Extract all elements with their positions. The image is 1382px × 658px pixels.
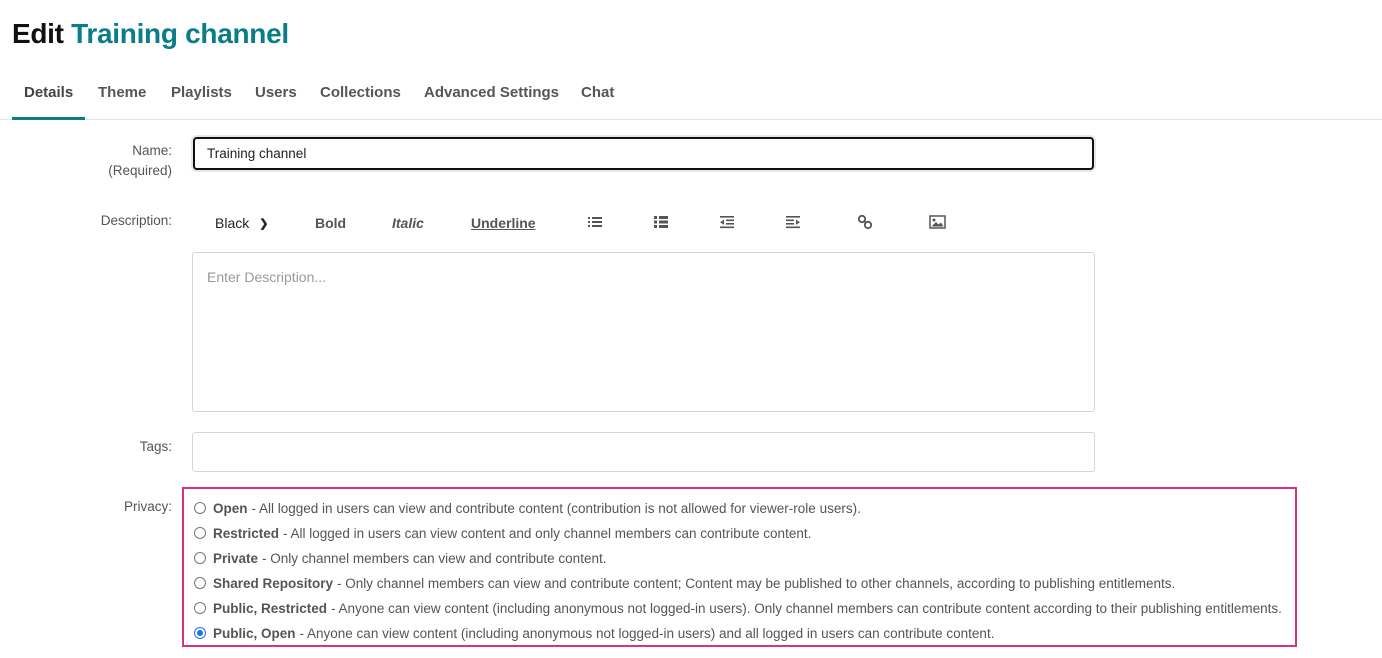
- indent-icon[interactable]: [785, 214, 803, 232]
- privacy-option-restricted[interactable]: Restricted - All logged in users can vie…: [194, 523, 811, 543]
- privacy-option-desc: - All logged in users can view content a…: [283, 525, 812, 541]
- tab-chat[interactable]: Chat: [581, 72, 614, 120]
- name-label: Name: (Required): [108, 141, 172, 181]
- privacy-label: Privacy:: [123, 499, 172, 514]
- tab-advanced-settings[interactable]: Advanced Settings: [424, 72, 559, 120]
- bullet-list-icon[interactable]: [587, 214, 605, 232]
- privacy-option-public-open[interactable]: Public, Open - Anyone can view content (…: [194, 623, 994, 643]
- radio-button-selected[interactable]: [194, 627, 206, 639]
- tab-users[interactable]: Users: [255, 72, 297, 120]
- privacy-options-group: Open - All logged in users can view and …: [182, 487, 1297, 647]
- page-title: Edit Training channel: [12, 18, 289, 50]
- name-input[interactable]: [193, 137, 1094, 170]
- name-label-text: Name:: [132, 143, 172, 158]
- privacy-option-desc: - Only channel members can view and cont…: [262, 550, 607, 566]
- privacy-option-shared-repository[interactable]: Shared Repository - Only channel members…: [194, 573, 1175, 593]
- tags-label: Tags:: [139, 439, 172, 454]
- privacy-option-desc: - Anyone can view content (including ano…: [299, 625, 995, 641]
- tags-input[interactable]: [192, 432, 1095, 472]
- channel-name: Training channel: [71, 18, 289, 49]
- privacy-option-public-restricted[interactable]: Public, Restricted - Anyone can view con…: [194, 598, 1282, 618]
- description-label: Description:: [100, 213, 172, 228]
- name-required-text: (Required): [108, 163, 172, 178]
- radio-button[interactable]: [194, 602, 206, 614]
- outdent-icon[interactable]: [719, 214, 737, 232]
- italic-button[interactable]: Italic: [392, 213, 424, 233]
- radio-button[interactable]: [194, 552, 206, 564]
- title-prefix: Edit: [12, 18, 64, 49]
- privacy-option-title: Public, Restricted: [213, 600, 328, 616]
- privacy-option-title: Private: [213, 550, 259, 566]
- tab-details[interactable]: Details: [12, 72, 86, 120]
- underline-button[interactable]: Underline: [471, 213, 536, 233]
- privacy-option-title: Public, Open: [213, 625, 296, 641]
- tab-playlists[interactable]: Playlists: [171, 72, 232, 120]
- tab-theme[interactable]: Theme: [98, 72, 146, 120]
- text-color-value: Black: [215, 215, 250, 231]
- radio-button[interactable]: [194, 577, 206, 589]
- privacy-option-desc: - All logged in users can view and contr…: [251, 500, 861, 516]
- privacy-option-desc: - Anyone can view content (including ano…: [331, 600, 1282, 616]
- privacy-option-private[interactable]: Private - Only channel members can view …: [194, 548, 606, 568]
- tab-bar: Details Theme Playlists Users Collection…: [0, 72, 1382, 120]
- description-textarea[interactable]: [192, 252, 1095, 412]
- radio-button[interactable]: [194, 502, 206, 514]
- bold-button[interactable]: Bold: [315, 213, 346, 233]
- image-icon[interactable]: [929, 214, 947, 232]
- tab-collections[interactable]: Collections: [320, 72, 401, 120]
- radio-button[interactable]: [194, 527, 206, 539]
- privacy-option-title: Open: [213, 500, 248, 516]
- privacy-option-open[interactable]: Open - All logged in users can view and …: [194, 498, 861, 518]
- text-color-dropdown[interactable]: Black ❯: [215, 213, 268, 233]
- numbered-list-icon[interactable]: [653, 214, 671, 232]
- chevron-down-icon: ❯: [259, 218, 269, 230]
- privacy-option-title: Shared Repository: [213, 575, 334, 591]
- link-icon[interactable]: [857, 214, 875, 232]
- privacy-option-desc: - Only channel members can view and cont…: [337, 575, 1176, 591]
- privacy-option-title: Restricted: [213, 525, 280, 541]
